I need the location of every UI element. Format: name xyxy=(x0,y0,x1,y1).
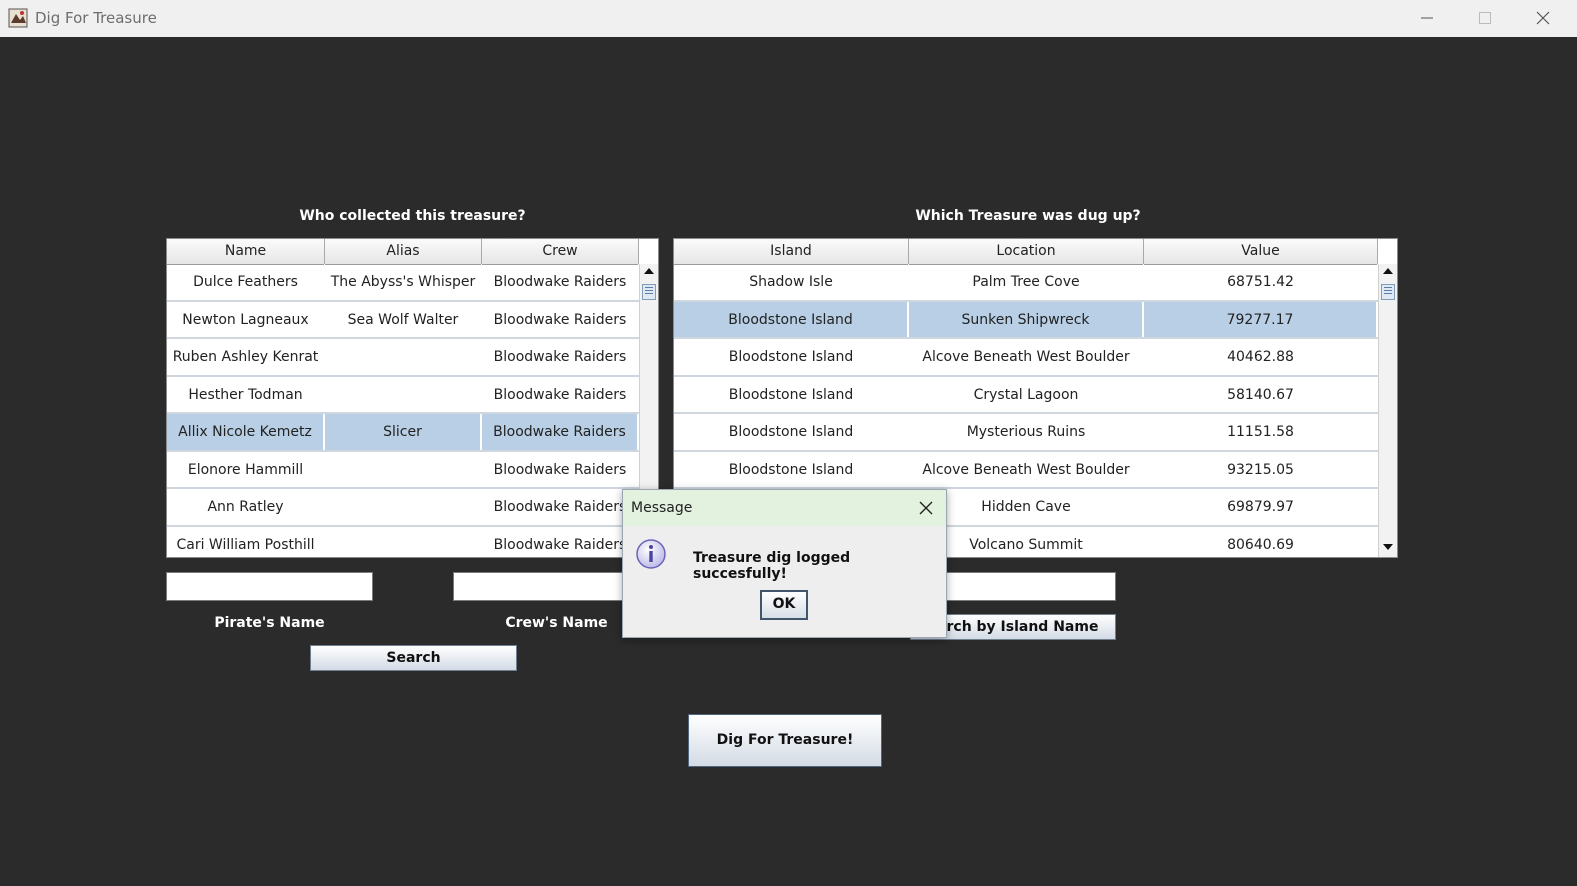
cell-crew: Bloodwake Raiders xyxy=(482,414,639,450)
table-row[interactable]: Bloodstone Island Mysterious Ruins 11151… xyxy=(674,414,1378,452)
column-header-alias[interactable]: Alias xyxy=(325,239,482,264)
table-row-selected[interactable]: Allix Nicole Kemetz Slicer Bloodwake Rai… xyxy=(167,414,639,452)
scroll-thumb[interactable] xyxy=(642,284,656,300)
cell-crew: Bloodwake Raiders xyxy=(482,489,639,525)
cell-value: 69879.97 xyxy=(1144,489,1378,525)
pirate-name-input[interactable] xyxy=(166,572,373,601)
cell-value: 11151.58 xyxy=(1144,414,1378,450)
pirates-table-header: Name Alias Crew xyxy=(167,239,639,265)
cell-alias: Slicer xyxy=(325,414,482,450)
cell-alias: The Abyss's Whisper xyxy=(325,264,482,300)
dialog-title: Message xyxy=(631,500,693,516)
cell-location: Palm Tree Cove xyxy=(909,264,1144,300)
table-row[interactable]: Ruben Ashley Kenrat Bloodwake Raiders xyxy=(167,339,639,377)
column-header-crew[interactable]: Crew xyxy=(482,239,639,264)
title-bar: Dig For Treasure xyxy=(0,0,1577,37)
column-header-location[interactable]: Location xyxy=(909,239,1144,264)
table-row-selected[interactable]: Bloodstone Island Sunken Shipwreck 79277… xyxy=(674,301,1378,339)
cell-crew: Bloodwake Raiders xyxy=(482,376,639,412)
cell-name: Dulce Feathers xyxy=(167,264,325,300)
cell-alias xyxy=(325,489,482,525)
cell-value: 93215.05 xyxy=(1144,451,1378,487)
cell-crew: Bloodwake Raiders xyxy=(482,301,639,337)
dialog-message: Treasure dig logged succesfully! xyxy=(693,550,851,582)
ok-button[interactable]: OK xyxy=(760,590,808,620)
cell-value: 79277.17 xyxy=(1144,301,1378,337)
maximize-icon xyxy=(1479,12,1491,24)
cell-alias: Sea Wolf Walter xyxy=(325,301,482,337)
search-button[interactable]: Search xyxy=(310,645,517,671)
pirate-name-label: Pirate's Name xyxy=(214,615,325,631)
cell-value: 40462.88 xyxy=(1144,339,1378,375)
cell-location: Sunken Shipwreck xyxy=(909,301,1144,337)
cell-crew: Bloodwake Raiders xyxy=(482,264,639,300)
column-header-name[interactable]: Name xyxy=(167,239,325,264)
cell-name: Allix Nicole Kemetz xyxy=(167,414,325,450)
treasure-map-app-icon xyxy=(8,8,28,28)
cell-island: Bloodstone Island xyxy=(674,414,909,450)
table-row[interactable]: Bloodstone Island Alcove Beneath West Bo… xyxy=(674,451,1378,489)
cell-location: Mysterious Ruins xyxy=(909,414,1144,450)
minimize-icon xyxy=(1421,17,1433,19)
info-icon xyxy=(636,539,666,569)
minimize-button[interactable] xyxy=(1398,0,1456,37)
cell-island: Bloodstone Island xyxy=(674,376,909,412)
scroll-down-arrow-icon[interactable] xyxy=(1383,544,1393,550)
close-icon[interactable] xyxy=(918,500,934,516)
cell-island: Shadow Isle xyxy=(674,264,909,300)
dialog-title-bar: Message xyxy=(623,490,946,526)
cell-name: Cari William Posthill xyxy=(167,526,325,557)
table-row[interactable]: Dulce Feathers The Abyss's Whisper Blood… xyxy=(167,264,639,302)
pirates-heading: Who collected this treasure? xyxy=(299,208,526,224)
window-title: Dig For Treasure xyxy=(35,9,157,27)
close-icon xyxy=(1536,11,1550,25)
pirates-table-body: Dulce Feathers The Abyss's Whisper Blood… xyxy=(167,264,639,557)
cell-island: Bloodstone Island xyxy=(674,301,909,337)
cell-location: Alcove Beneath West Boulder xyxy=(909,339,1144,375)
cell-name: Hesther Todman xyxy=(167,376,325,412)
close-window-button[interactable] xyxy=(1514,0,1572,37)
cell-alias xyxy=(325,339,482,375)
table-row[interactable]: Cari William Posthill Bloodwake Raiders xyxy=(167,526,639,557)
scroll-up-arrow-icon[interactable] xyxy=(1383,268,1393,274)
dig-for-treasure-button[interactable]: Dig For Treasure! xyxy=(688,714,882,767)
scroll-up-arrow-icon[interactable] xyxy=(644,268,654,274)
cell-name: Ruben Ashley Kenrat xyxy=(167,339,325,375)
table-row[interactable]: Newton Lagneaux Sea Wolf Walter Bloodwak… xyxy=(167,301,639,339)
scroll-thumb[interactable] xyxy=(1381,284,1395,300)
cell-value: 80640.69 xyxy=(1144,526,1378,557)
cell-alias xyxy=(325,376,482,412)
cell-alias xyxy=(325,526,482,557)
cell-name: Newton Lagneaux xyxy=(167,301,325,337)
treasures-heading: Which Treasure was dug up? xyxy=(915,208,1141,224)
treasures-table-header: Island Location Value xyxy=(674,239,1378,265)
cell-value: 68751.42 xyxy=(1144,264,1378,300)
cell-crew: Bloodwake Raiders xyxy=(482,451,639,487)
cell-value: 58140.67 xyxy=(1144,376,1378,412)
treasures-table-scrollbar[interactable] xyxy=(1378,264,1397,557)
message-dialog: Message Treasure dig logged succesfully!… xyxy=(622,489,947,638)
maximize-button[interactable] xyxy=(1456,0,1514,37)
cell-island: Bloodstone Island xyxy=(674,451,909,487)
table-row[interactable]: Shadow Isle Palm Tree Cove 68751.42 xyxy=(674,264,1378,302)
pirates-table: Name Alias Crew Dulce Feathers The Abyss… xyxy=(166,238,659,558)
table-row[interactable]: Bloodstone Island Alcove Beneath West Bo… xyxy=(674,339,1378,377)
table-row[interactable]: Elonore Hammill Bloodwake Raiders xyxy=(167,451,639,489)
cell-name: Elonore Hammill xyxy=(167,451,325,487)
cell-name: Ann Ratley xyxy=(167,489,325,525)
cell-crew: Bloodwake Raiders xyxy=(482,339,639,375)
cell-location: Alcove Beneath West Boulder xyxy=(909,451,1144,487)
cell-crew: Bloodwake Raiders xyxy=(482,526,639,557)
table-row[interactable]: Ann Ratley Bloodwake Raiders xyxy=(167,489,639,527)
column-header-island[interactable]: Island xyxy=(674,239,909,264)
cell-island: Bloodstone Island xyxy=(674,339,909,375)
cell-alias xyxy=(325,451,482,487)
table-row[interactable]: Bloodstone Island Crystal Lagoon 58140.6… xyxy=(674,376,1378,414)
column-header-value[interactable]: Value xyxy=(1144,239,1378,264)
cell-location: Crystal Lagoon xyxy=(909,376,1144,412)
table-row[interactable]: Hesther Todman Bloodwake Raiders xyxy=(167,376,639,414)
